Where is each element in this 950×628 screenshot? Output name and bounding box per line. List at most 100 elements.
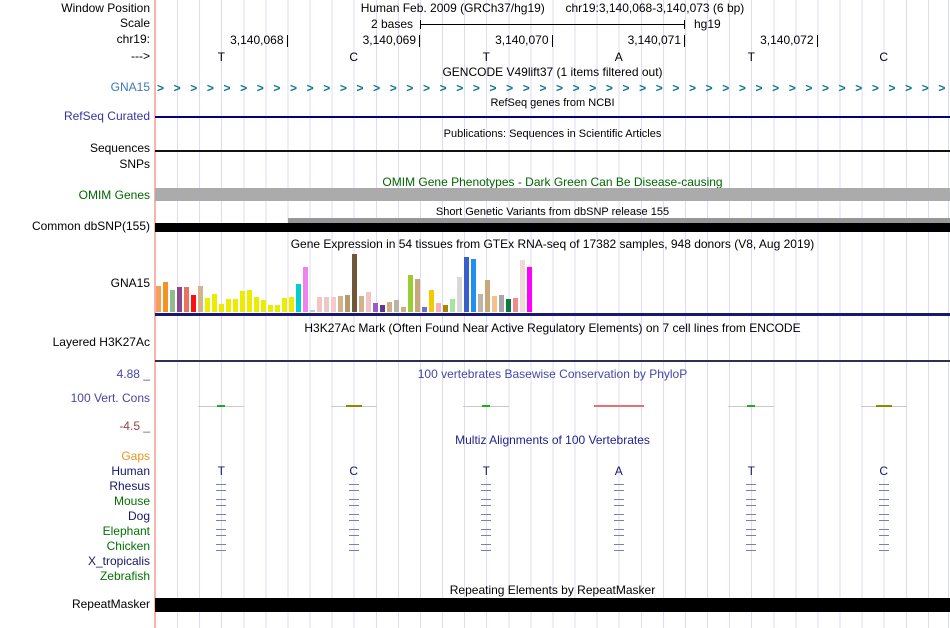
gtex-expression-bar[interactable] bbox=[289, 297, 294, 312]
gtex-expression-bar[interactable] bbox=[282, 298, 287, 312]
gtex-expression-bar[interactable] bbox=[471, 259, 476, 312]
track-label-common-dbsnp[interactable]: Common dbSNP(155) bbox=[0, 220, 150, 233]
right-arrow-icon: > bbox=[755, 81, 763, 95]
gtex-expression-bar[interactable] bbox=[331, 297, 336, 312]
gtex-expression-bar[interactable] bbox=[457, 277, 462, 312]
gtex-expression-bar[interactable] bbox=[450, 299, 455, 312]
scale-ruler-left-tick bbox=[420, 20, 421, 29]
gtex-expression-bar[interactable] bbox=[296, 284, 301, 312]
gtex-expression-bar[interactable] bbox=[212, 294, 217, 312]
gtex-expression-bar[interactable] bbox=[359, 296, 364, 312]
gtex-expression-bar[interactable] bbox=[275, 305, 280, 312]
track-label-repeatmasker[interactable]: RepeatMasker bbox=[0, 598, 150, 611]
track-label-snps[interactable]: SNPs bbox=[0, 158, 150, 171]
refseq-gene-line[interactable] bbox=[155, 116, 950, 118]
gtex-expression-bar[interactable] bbox=[317, 297, 322, 312]
gtex-expression-bar[interactable] bbox=[520, 260, 525, 312]
gtex-expression-bar[interactable] bbox=[177, 287, 182, 312]
gtex-expression-bar[interactable] bbox=[499, 295, 504, 312]
gtex-expression-bar[interactable] bbox=[205, 298, 210, 312]
gtex-expression-bar[interactable] bbox=[443, 305, 448, 312]
track-label-100-vert-cons[interactable]: 100 Vert. Cons bbox=[0, 392, 150, 405]
gtex-expression-bar[interactable] bbox=[268, 305, 273, 312]
gtex-expression-bar[interactable] bbox=[422, 307, 427, 312]
publications-item-line[interactable] bbox=[155, 150, 950, 152]
gtex-expression-bar[interactable] bbox=[485, 280, 490, 312]
gtex-expression-bar[interactable] bbox=[233, 299, 238, 312]
conservation-mark bbox=[875, 405, 892, 407]
scale-ruler-right-tick bbox=[684, 20, 685, 29]
gtex-expression-bar[interactable] bbox=[527, 267, 532, 312]
track-label-refseq-curated[interactable]: RefSeq Curated bbox=[0, 110, 150, 123]
conservation-track-title: 100 vertebrates Basewise Conservation by… bbox=[417, 367, 688, 381]
gtex-expression-bar[interactable] bbox=[513, 298, 518, 312]
species-label-chicken[interactable]: Chicken bbox=[0, 539, 150, 553]
genome-browser-image[interactable]: Window Position Human Feb. 2009 (GRCh37/… bbox=[0, 0, 950, 628]
coordinate-tick bbox=[419, 35, 420, 47]
gtex-expression-bar[interactable] bbox=[492, 296, 497, 312]
gtex-expression-bar[interactable] bbox=[373, 303, 378, 312]
gtex-expression-bar[interactable] bbox=[506, 299, 511, 312]
repeatmasker-bar[interactable] bbox=[155, 598, 950, 612]
gtex-expression-bar[interactable] bbox=[394, 300, 399, 312]
gtex-expression-bar[interactable] bbox=[436, 303, 441, 312]
gtex-expression-bar[interactable] bbox=[380, 305, 385, 312]
right-arrow-icon: > bbox=[838, 81, 846, 95]
dbsnp-variant-bar[interactable] bbox=[155, 223, 950, 232]
gtex-expression-bar[interactable] bbox=[401, 307, 406, 312]
gtex-expression-bar[interactable] bbox=[226, 299, 231, 312]
alignment-match-mark bbox=[878, 544, 889, 551]
species-label-rhesus[interactable]: Rhesus bbox=[0, 479, 150, 493]
conservation-mark bbox=[482, 405, 491, 407]
track-label-gna15-gencode[interactable]: GNA15 bbox=[0, 81, 150, 94]
gtex-expression-bar[interactable] bbox=[240, 291, 245, 312]
right-arrow-icon: > bbox=[938, 81, 946, 95]
right-arrow-icon: > bbox=[705, 81, 713, 95]
gtex-expression-bar[interactable] bbox=[247, 290, 252, 312]
gtex-expression-bar[interactable] bbox=[198, 286, 203, 312]
track-label-omim-genes[interactable]: OMIM Genes bbox=[0, 189, 150, 202]
gtex-expression-bar[interactable] bbox=[184, 287, 189, 312]
gtex-expression-bar[interactable] bbox=[156, 286, 161, 312]
species-label-elephant[interactable]: Elephant bbox=[0, 524, 150, 538]
gtex-expression-bar[interactable] bbox=[345, 295, 350, 312]
alignment-match-mark bbox=[216, 529, 227, 536]
gtex-expression-bar[interactable] bbox=[352, 254, 357, 312]
right-arrow-icon: > bbox=[206, 81, 214, 95]
gtex-baseline bbox=[155, 313, 950, 316]
gencode-transcript-arrows[interactable]: > > > > > > > > > > > > > > > > > > > > > > > > > > > > > > > > > > > > > > > >… bbox=[157, 81, 946, 95]
gtex-expression-bar[interactable] bbox=[387, 302, 392, 312]
species-label-x_tropicalis[interactable]: X_tropicalis bbox=[0, 554, 150, 568]
alignment-match-mark bbox=[878, 484, 889, 491]
conservation-mark bbox=[217, 405, 226, 407]
gtex-expression-bar[interactable] bbox=[310, 310, 315, 312]
gtex-expression-bar[interactable] bbox=[219, 304, 224, 312]
species-label-dog[interactable]: Dog bbox=[0, 509, 150, 523]
alignment-match-mark bbox=[481, 529, 492, 536]
gtex-expression-bar[interactable] bbox=[415, 279, 420, 312]
right-arrow-icon: > bbox=[256, 81, 264, 95]
gtex-expression-bar[interactable] bbox=[261, 300, 266, 312]
gtex-expression-bar[interactable] bbox=[408, 275, 413, 312]
species-label-gaps[interactable]: Gaps bbox=[0, 449, 150, 463]
coordinate-label: 3,140,068 bbox=[230, 33, 284, 47]
track-label-gna15-gtex[interactable]: GNA15 bbox=[0, 277, 150, 290]
gtex-expression-bar[interactable] bbox=[303, 267, 308, 312]
species-label-human[interactable]: Human bbox=[0, 464, 150, 478]
gtex-expression-bar[interactable] bbox=[464, 257, 469, 312]
gtex-expression-bar[interactable] bbox=[324, 297, 329, 312]
track-label-sequences[interactable]: Sequences bbox=[0, 142, 150, 155]
species-label-mouse[interactable]: Mouse bbox=[0, 494, 150, 508]
gtex-expression-bar[interactable] bbox=[429, 290, 434, 312]
gtex-expression-bar[interactable] bbox=[254, 297, 259, 312]
gtex-expression-bar[interactable] bbox=[191, 295, 196, 312]
omim-gene-bar[interactable] bbox=[155, 188, 950, 201]
gtex-expression-bar[interactable] bbox=[338, 296, 343, 312]
gtex-expression-bar[interactable] bbox=[366, 292, 371, 312]
gtex-expression-bar[interactable] bbox=[170, 290, 175, 312]
species-label-zebrafish[interactable]: Zebrafish bbox=[0, 569, 150, 583]
gtex-expression-bar[interactable] bbox=[478, 294, 483, 312]
track-label-layered-h3k27ac[interactable]: Layered H3K27Ac bbox=[0, 336, 150, 349]
chrom-label: chr19: bbox=[116, 32, 150, 46]
gtex-expression-bar[interactable] bbox=[163, 282, 168, 312]
